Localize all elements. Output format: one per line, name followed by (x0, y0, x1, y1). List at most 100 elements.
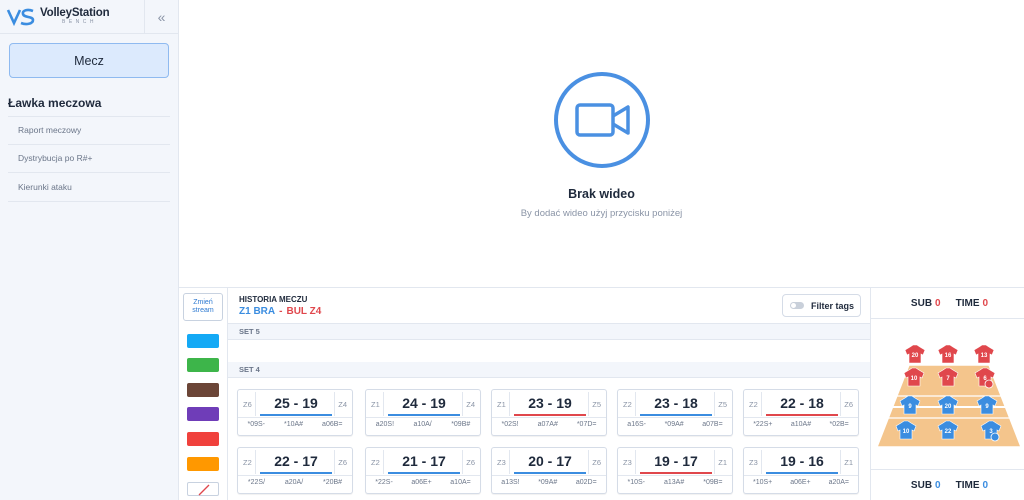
divider (714, 392, 715, 416)
zone-left: Z1 (497, 400, 506, 409)
divider (588, 450, 589, 474)
divider (366, 475, 480, 476)
rally-codes: a20S! a10A/ *09B# (366, 421, 480, 428)
rally-card[interactable]: Z3 20 - 17 Z6 a13S! *09A# a02D= (491, 447, 607, 494)
zone-right: Z6 (466, 458, 475, 467)
sidebar-nav: Raport meczowy Dystrybucja po R#+ Kierun… (8, 116, 170, 202)
rally-code: *10S- (627, 479, 645, 486)
rally-code: *02S! (501, 421, 519, 428)
player-jersey[interactable]: 13 (973, 344, 995, 364)
team-b-label: BUL Z4 (286, 306, 322, 317)
rally-card[interactable]: Z1 24 - 19 Z4 a20S! a10A/ *09B# (365, 389, 481, 436)
divider (744, 475, 858, 476)
rally-card[interactable]: Z1 23 - 19 Z5 *02S! a07A# *07D= (491, 389, 607, 436)
color-swatch-orange[interactable] (187, 457, 219, 471)
video-empty-subtitle: By dodać wideo użyj przycisku poniżej (520, 208, 683, 219)
rally-score: 25 - 19 (274, 395, 318, 411)
history-title: HISTORIA MECZU (239, 295, 308, 304)
rally-winner-bar (388, 414, 460, 416)
sidebar-collapse-button[interactable]: « (145, 0, 178, 34)
rally-code: *20B# (322, 479, 343, 486)
rally-code: *07D= (576, 421, 597, 428)
toggle-icon[interactable] (790, 302, 804, 309)
rally-code: *22S+ (753, 421, 773, 428)
divider (840, 392, 841, 416)
zone-right: Z1 (844, 458, 853, 467)
rally-codes: a16S- *09A# a07B= (618, 421, 732, 428)
rally-score: 21 - 17 (402, 453, 446, 469)
mecz-button[interactable]: Mecz (9, 43, 169, 78)
rally-card[interactable]: Z2 21 - 17 Z6 *22S-a06E+ a10A= (365, 447, 481, 494)
rally-code: *09B= (703, 479, 723, 486)
player-jersey[interactable]: 16 (937, 344, 959, 364)
zone-right: Z5 (592, 400, 601, 409)
volleystation-logo-icon (6, 8, 35, 26)
sidebar-item-dystrybucja[interactable]: Dystrybucja po R#+ (8, 145, 170, 173)
logo[interactable]: VolleyStation BENCH (0, 0, 145, 34)
rally-card[interactable]: Z3 19 - 17 Z1 *10S-a13A# *09B= (617, 447, 733, 494)
rally-code: a20A/ (284, 479, 304, 486)
video-camera-icon (575, 103, 630, 137)
team-a-label: Z1 BRA (239, 306, 276, 317)
rally-code: a06E+ (790, 479, 811, 486)
divider (334, 450, 335, 474)
time-count: 0 (982, 297, 989, 309)
rally-code: *09B# (451, 421, 471, 428)
rally-winner-bar (260, 414, 332, 416)
zone-left: Z2 (243, 458, 252, 467)
color-swatch-blue[interactable] (187, 334, 219, 348)
color-swatch-brown[interactable] (187, 383, 219, 397)
rally-code: *22S- (375, 479, 393, 486)
rally-codes: *02S! a07A# *07D= (492, 421, 606, 428)
divider (462, 392, 463, 416)
eraser-button[interactable] (187, 482, 219, 496)
badge-icon (984, 379, 994, 389)
team-b-sub-time: SUB 0 TIME 0 (871, 469, 1024, 500)
sidebar-item-kierunki[interactable]: Kierunki ataku (8, 173, 170, 202)
rally-winner-bar (640, 414, 712, 416)
rally-winner-bar (260, 472, 332, 474)
rally-winner-bar (388, 472, 460, 474)
rally-code: a06B= (322, 421, 343, 428)
color-swatch-green[interactable] (187, 358, 219, 372)
section-title-lawka: Ławka meczowa (8, 96, 102, 110)
rally-score: 19 - 17 (654, 453, 698, 469)
rally-card[interactable]: Z6 25 - 19 Z4 *09S- *10A# a06B= (237, 389, 353, 436)
divider (462, 450, 463, 474)
rally-card[interactable]: Z2 22 - 17 Z6 *22S/a20A/ *20B# (237, 447, 353, 494)
logo-row: VolleyStation BENCH « (0, 0, 178, 34)
rally-code: a13S! (501, 479, 520, 486)
jersey-number: 22 (945, 429, 952, 435)
player-jersey[interactable]: 20 (904, 344, 926, 364)
rally-codes: *09S- *10A# a06B= (238, 421, 352, 428)
sub-label: SUB (910, 479, 933, 491)
rally-code: a02D= (575, 479, 597, 486)
rally-score: 23 - 19 (528, 395, 572, 411)
rally-card[interactable]: Z2 22 - 18 Z6 *22S+ a10A# *02B= (743, 389, 859, 436)
time-label: TIME (955, 479, 980, 491)
jersey-number: 10 (911, 376, 918, 382)
filter-tags-button[interactable]: Filter tags (782, 294, 861, 317)
logo-subtitle: BENCH (62, 19, 98, 26)
rally-codes: *10S+ a06E+ a20A= (744, 479, 858, 486)
time-label: TIME (955, 297, 980, 309)
rally-card[interactable]: Z3 19 - 16 Z1 *10S+ a06E+ a20A= (743, 447, 859, 494)
rally-code: a13A# (663, 479, 685, 486)
zone-right: Z6 (844, 400, 853, 409)
zone-left: Z2 (623, 400, 632, 409)
set-4-label[interactable]: SET 4 (228, 362, 870, 378)
rally-score: 22 - 17 (274, 453, 318, 469)
history-header: HISTORIA MECZU Z1 BRA - BUL Z4 Filter tags (228, 288, 870, 324)
rally-card[interactable]: Z2 23 - 18 Z5 a16S- *09A# a07B= (617, 389, 733, 436)
rally-code: a20S! (375, 421, 395, 428)
sidebar-item-raport[interactable]: Raport meczowy (8, 116, 170, 145)
change-stream-button[interactable]: Zmień stream (183, 293, 223, 321)
jersey-number: 20 (945, 404, 952, 410)
rally-winner-bar (640, 472, 712, 474)
set-5-label[interactable]: SET 5 (228, 324, 870, 340)
court-diagram: 20 16 1310 7 69 20 910 22 3 (875, 344, 1023, 448)
rally-score: 20 - 17 (528, 453, 572, 469)
color-swatch-red[interactable] (187, 432, 219, 446)
rally-codes: *10S-a13A# *09B= (618, 479, 732, 486)
color-swatch-purple[interactable] (187, 407, 219, 421)
